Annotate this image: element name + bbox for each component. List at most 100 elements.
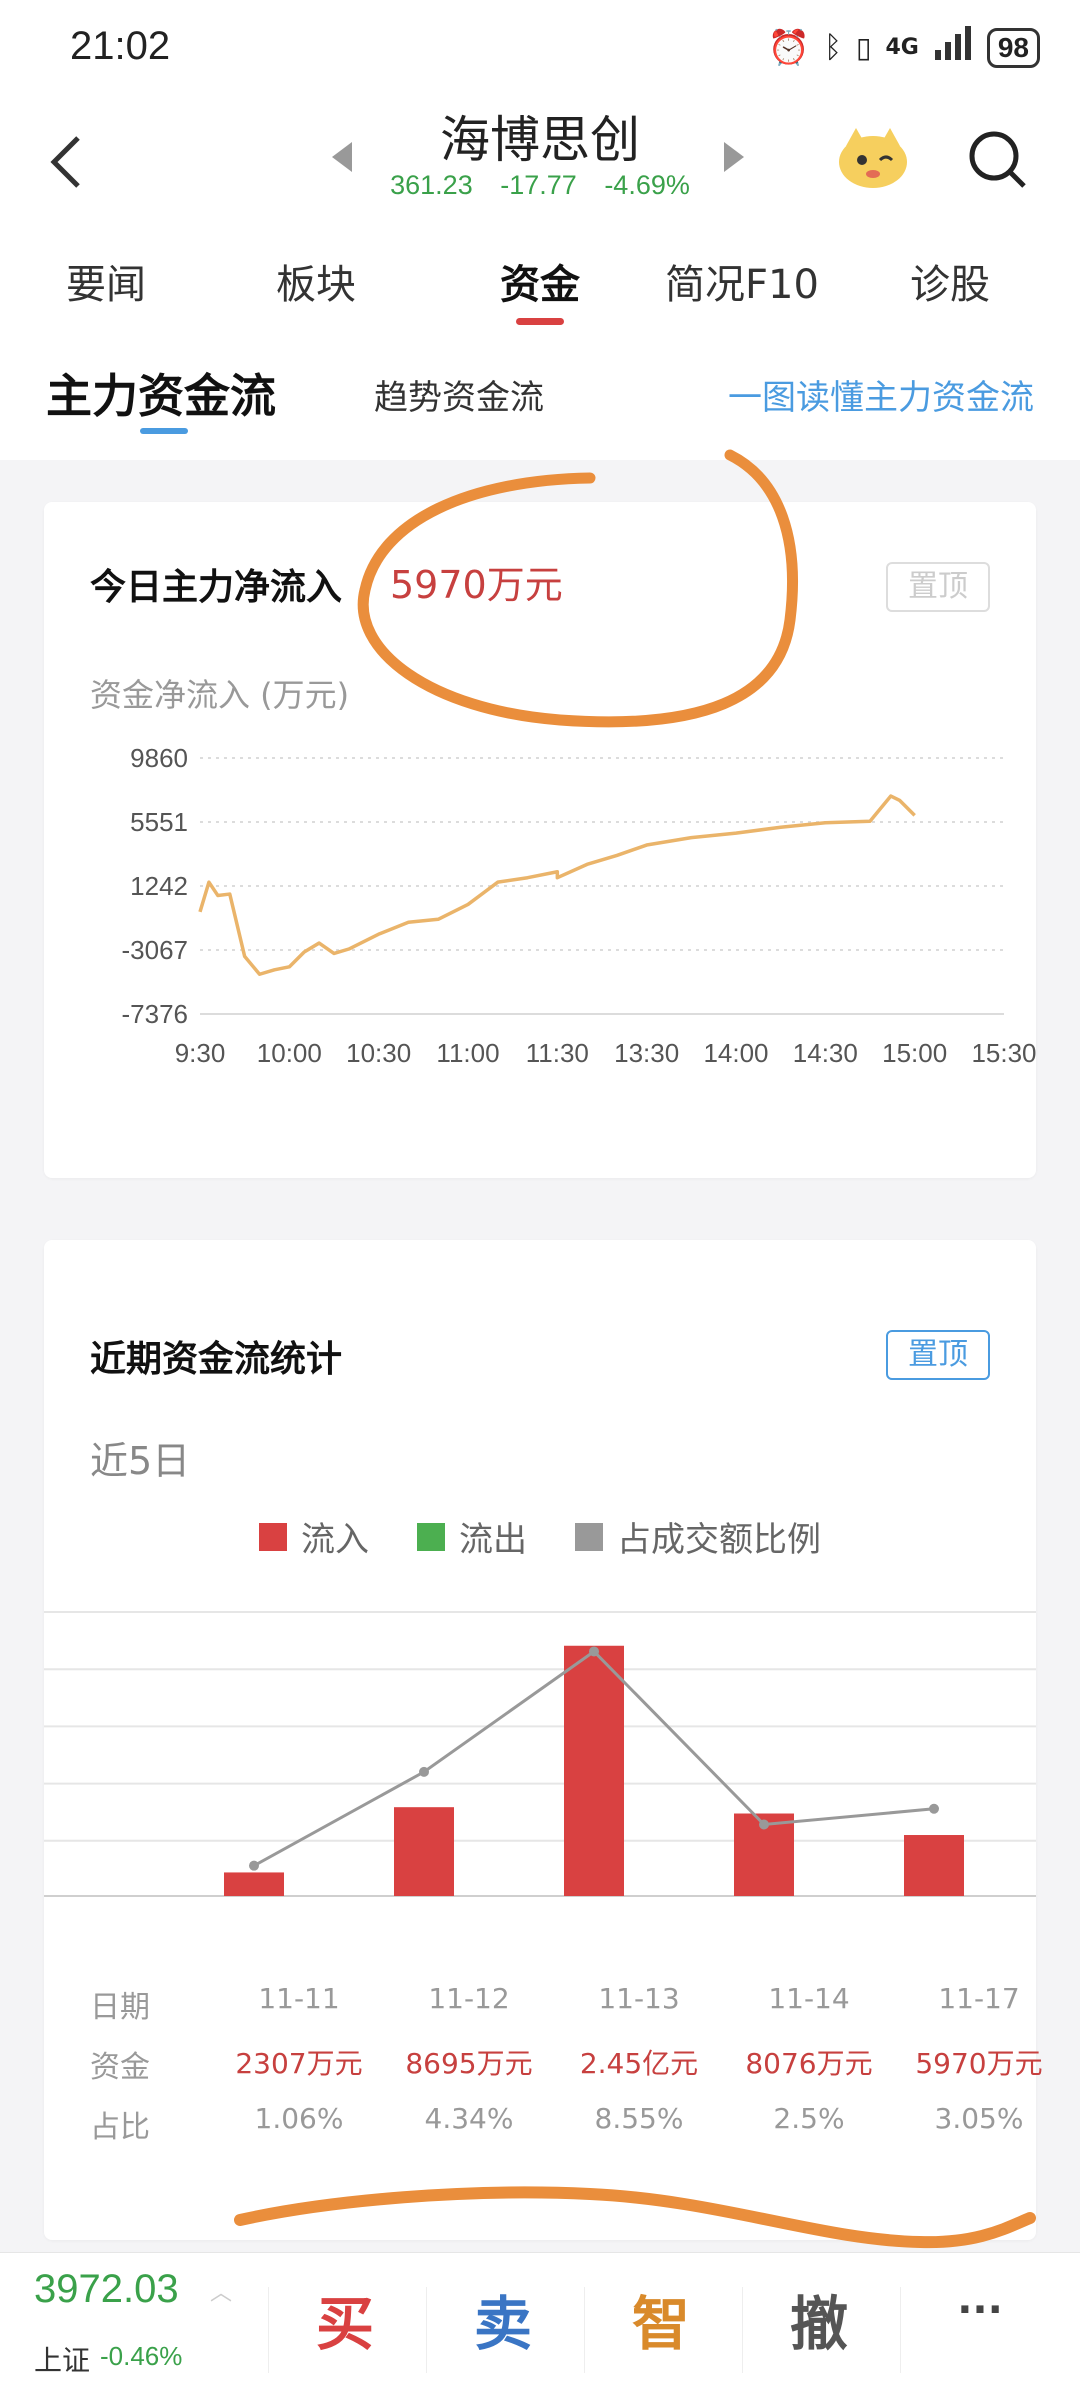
ratio-cell: 1.06% — [254, 2102, 344, 2135]
divider — [268, 2287, 269, 2373]
x-tick-label: 14:00 — [703, 1038, 768, 1068]
ratio-cell: 2.5% — [773, 2102, 845, 2135]
signal-icon: 4G — [885, 35, 919, 60]
y-tick-label: 9860 — [130, 743, 188, 773]
signal-bars-icon — [933, 26, 973, 69]
ratio-point — [929, 1803, 939, 1814]
tab-news[interactable]: 要闻 — [66, 252, 146, 310]
status-bar: 21:02 ⏰ ᛒ ▯ 4G 98 — [0, 0, 1080, 100]
date-cell: 11-13 — [598, 1982, 680, 2015]
amount-cell: 2.45亿元 — [579, 2047, 699, 2080]
date-cell: 11-17 — [938, 1982, 1020, 2015]
battery-icon: 98 — [986, 27, 1040, 68]
amount-cell: 5970万元 — [915, 2047, 1043, 2080]
tab-sector[interactable]: 板块 — [276, 252, 356, 310]
legend-inflow[interactable]: 流入 — [259, 1512, 369, 1561]
ratio-cell: 3.05% — [934, 2102, 1024, 2135]
divider — [584, 2287, 585, 2373]
tab-profile-f10[interactable]: 简况F10 — [662, 252, 822, 310]
recent-fund-flow-chart — [44, 1611, 1036, 1897]
legend-ratio[interactable]: 占成交额比例 — [575, 1512, 821, 1561]
row-label: 占比 — [90, 2110, 150, 2145]
amount-cell: 8076万元 — [745, 2047, 873, 2080]
ratio-cell: 4.34% — [424, 2102, 514, 2135]
index-change: -0.46% — [100, 2341, 183, 2371]
y-tick-label: 5551 — [130, 807, 188, 837]
legend-label: 占成交额比例 — [617, 1520, 821, 1560]
today-net-inflow-card: 今日主力净流入 5970万元 置顶 资金净流入 (万元) 9860 5551 124… — [44, 502, 1036, 1178]
buy-button[interactable]: 买 — [270, 2277, 420, 2361]
stock-price: 361.23 — [390, 170, 473, 200]
next-stock-arrow[interactable] — [724, 142, 744, 172]
more-icon[interactable]: ··· — [915, 2287, 1045, 2333]
subtab-indicator — [140, 428, 188, 434]
fund-flow-subtabs: 主力资金流 趋势资金流 一图读懂主力资金流 — [0, 340, 1080, 460]
legend-label: 流出 — [459, 1520, 527, 1560]
search-button[interactable] — [966, 128, 1030, 192]
y-tick-label: 1242 — [130, 871, 188, 901]
date-cell: 11-12 — [428, 1982, 510, 2015]
card-title: 今日主力净流入 — [90, 567, 343, 608]
stock-change: -17.77 — [500, 170, 577, 200]
y-axis-unit: 资金净流入 (万元) — [90, 676, 350, 714]
ratio-point — [589, 1646, 599, 1657]
ratio-cell: 8.55% — [594, 2102, 684, 2135]
x-tick-label: 10:30 — [346, 1038, 411, 1068]
recent-fund-flow-card: 近期资金流统计 置顶 近5日 流入 流出 占成交额比例 日期 11-11 11-… — [44, 1240, 1043, 2240]
prev-stock-arrow[interactable] — [332, 142, 352, 172]
x-tick-label: 10:00 — [257, 1038, 322, 1068]
chevron-up-icon[interactable]: ︿ — [210, 2275, 232, 2307]
pin-top-button[interactable]: 置顶 — [886, 1330, 990, 1380]
stock-header: 海博思创 361.23 -17.77 -4.69% — [0, 100, 1080, 230]
tab-funds[interactable]: 资金 — [490, 252, 590, 310]
pin-top-button[interactable]: 置顶 — [886, 562, 990, 612]
mascot-avatar-icon[interactable] — [836, 122, 910, 192]
x-tick-label: 9:30 — [175, 1038, 226, 1068]
divider — [900, 2287, 901, 2373]
period-label: 近5日 — [90, 1439, 191, 1483]
index-value[interactable]: 3972.03 — [34, 2267, 179, 2312]
card-title: 近期资金流统计 — [90, 1339, 343, 1380]
status-icons: ⏰ ᛒ ▯ 4G 98 — [768, 26, 1040, 69]
subtab-trend-fund-flow[interactable]: 趋势资金流 — [374, 370, 544, 419]
legend-swatch — [417, 1522, 445, 1551]
legend-label: 流入 — [301, 1520, 369, 1560]
amount-cell: 2307万元 — [235, 2047, 363, 2080]
divider — [742, 2287, 743, 2373]
x-tick-label: 11:00 — [436, 1038, 499, 1068]
subtab-main-fund-flow[interactable]: 主力资金流 — [46, 360, 276, 426]
y-tick-label: -7376 — [122, 999, 189, 1029]
x-tick-label: 15:30 — [971, 1038, 1036, 1068]
section-tabs: 要闻 板块 资金 简况F10 诊股 — [0, 230, 1080, 340]
alarm-icon: ⏰ — [767, 27, 811, 68]
legend-outflow[interactable]: 流出 — [417, 1512, 527, 1561]
sell-button[interactable]: 卖 — [428, 2277, 578, 2361]
cancel-order-button[interactable]: 撤 — [744, 2277, 894, 2361]
date-cell: 11-14 — [768, 1982, 850, 2015]
status-time: 21:02 — [70, 24, 171, 68]
legend-swatch — [259, 1522, 287, 1551]
index-name: 上证 — [34, 2344, 91, 2377]
amount-row: 资金 2307万元 8695万元 2.45亿元 8076万元 5970万元 — [90, 2042, 1043, 2085]
ratio-point — [759, 1819, 769, 1830]
ratio-point — [249, 1860, 259, 1871]
row-label: 资金 — [90, 2050, 150, 2085]
row-label: 日期 — [90, 1990, 150, 2025]
y-tick-label: -3067 — [122, 935, 189, 965]
smart-trade-button[interactable]: 智 — [586, 2277, 736, 2361]
stock-name: 海博思创 — [440, 111, 640, 169]
x-tick-label: 13:30 — [614, 1038, 679, 1068]
legend-swatch — [575, 1522, 603, 1551]
search-icon — [969, 131, 1026, 188]
tab-diagnosis[interactable]: 诊股 — [910, 252, 990, 310]
bluetooth-icon: ᛒ — [824, 30, 843, 65]
x-tick-label: 15:00 — [882, 1038, 947, 1068]
inflow-bar — [564, 1645, 624, 1896]
x-tick-label: 14:30 — [793, 1038, 858, 1068]
inflow-bar — [904, 1835, 964, 1896]
ratio-row: 占比 1.06% 4.34% 8.55% 2.5% 3.05% — [90, 2102, 1023, 2145]
fund-flow-guide-link[interactable]: 一图读懂主力资金流 — [728, 370, 1034, 419]
date-row: 日期 11-11 11-12 11-13 11-14 11-17 — [90, 1982, 1020, 2025]
stock-quote: 361.23 -17.77 -4.69% — [0, 170, 1080, 201]
intraday-net-inflow-chart: 9860 5551 1242 -3067 -7376 9:30 10:00 10:30 11:0… — [122, 743, 1037, 1068]
